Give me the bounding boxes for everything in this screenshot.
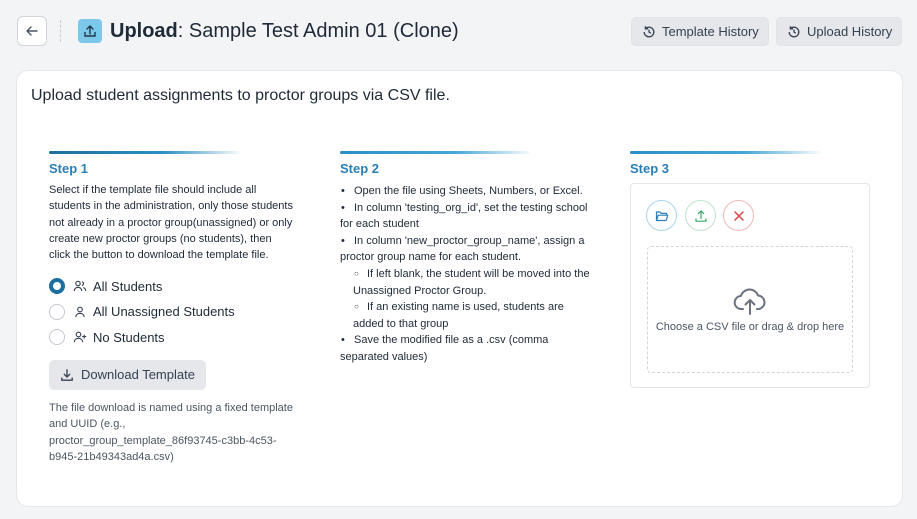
list-item-text: If left blank, the student will be moved… <box>353 267 590 297</box>
sub-list-item: ○ If left blank, the student will be move… <box>353 267 590 297</box>
option-no-students-label: No Students <box>93 329 165 345</box>
download-icon <box>60 368 74 382</box>
template-option-group: All Students All Unassigned Students No … <box>49 273 294 350</box>
page-title-bold: Upload <box>110 20 178 42</box>
download-template-label: Download Template <box>81 367 195 383</box>
list-item-text: If an existing name is used, students ar… <box>353 301 564 330</box>
step1-description: Select if the template file should inclu… <box>49 184 293 262</box>
upload-history-label: Upload History <box>807 24 893 39</box>
drop-zone[interactable]: Choose a CSV file or drag & drop here <box>647 246 853 373</box>
page-title-rest: : Sample Test Admin 01 (Clone) <box>177 20 459 42</box>
list-item: • Open the file using Sheets, Numbers, or… <box>341 185 583 197</box>
radio-no-students[interactable] <box>49 329 65 346</box>
download-note: The file download is named using a fixed… <box>49 401 293 463</box>
arrow-left-icon <box>25 24 39 38</box>
upload-history-button[interactable]: Upload History <box>776 17 902 46</box>
list-item-text: Open the file using Sheets, Numbers, or … <box>354 185 583 197</box>
users-icon <box>73 279 87 293</box>
option-all-students-label: All Students <box>93 278 163 294</box>
option-unassigned-students[interactable]: All Unassigned Students <box>49 299 294 325</box>
upload-card: Upload student assignments to proctor gr… <box>16 70 903 507</box>
upload-file-icon <box>78 19 102 43</box>
list-item-text: Save the modified file as a .csv (comma … <box>340 334 549 363</box>
list-item: • In column 'testing_org_id', set the tes… <box>340 201 588 231</box>
step2-section: Step 2 • Open the file using Sheets, Numb… <box>340 151 590 366</box>
download-template-button[interactable]: Download Template <box>49 359 206 390</box>
choose-file-button[interactable] <box>646 200 677 231</box>
upload-button[interactable] <box>685 200 716 231</box>
step3-title: Step 3 <box>630 161 670 176</box>
option-unassigned-students-label: All Unassigned Students <box>93 304 235 320</box>
page-title: Upload: Sample Test Admin 01 (Clone) <box>110 19 459 43</box>
step3-bar <box>630 151 820 154</box>
list-item: • In column 'new_proctor_group_name', ass… <box>340 234 585 264</box>
user-icon <box>73 305 87 319</box>
folder-open-icon <box>655 209 669 223</box>
sub-list-item: ○ If an existing name is used, students a… <box>353 301 564 330</box>
radio-unassigned-students[interactable] <box>49 303 65 320</box>
history-icon <box>787 25 801 39</box>
lead-text: Upload student assignments to proctor gr… <box>31 87 450 104</box>
list-item-text: In column 'testing_org_id', set the test… <box>340 201 588 231</box>
list-item: • Save the modified file as a .csv (comma… <box>340 334 549 363</box>
file-upload-panel: Choose a CSV file or drag & drop here <box>630 183 870 388</box>
user-plus-icon <box>73 330 87 344</box>
step1-title: Step 1 <box>49 161 89 176</box>
template-history-label: Template History <box>662 24 759 39</box>
back-button[interactable] <box>17 16 47 46</box>
option-all-students[interactable]: All Students <box>49 273 294 299</box>
cloud-upload-icon <box>733 287 767 315</box>
step1-bar <box>49 151 239 154</box>
step2-bar <box>340 151 530 154</box>
history-icon <box>642 25 656 39</box>
step3-section: Step 3 Choose a CSV file or drag & drop … <box>630 151 871 388</box>
close-icon <box>732 209 746 223</box>
step2-title: Step 2 <box>340 161 380 176</box>
radio-all-students[interactable] <box>49 278 65 295</box>
list-item-text: In column 'new_proctor_group_name', assi… <box>340 234 585 264</box>
header-divider <box>60 20 61 42</box>
cancel-button[interactable] <box>723 200 754 231</box>
step1-section: Step 1 Select if the template file shoul… <box>49 151 294 465</box>
upload-icon <box>694 209 708 223</box>
step2-instructions: • Open the file using Sheets, Numbers, or… <box>340 183 590 366</box>
option-no-students[interactable]: No Students <box>49 324 294 350</box>
template-history-button[interactable]: Template History <box>631 17 769 46</box>
page-header: Upload: Sample Test Admin 01 (Clone) Tem… <box>0 0 917 62</box>
drop-zone-text: Choose a CSV file or drag & drop here <box>655 320 845 333</box>
